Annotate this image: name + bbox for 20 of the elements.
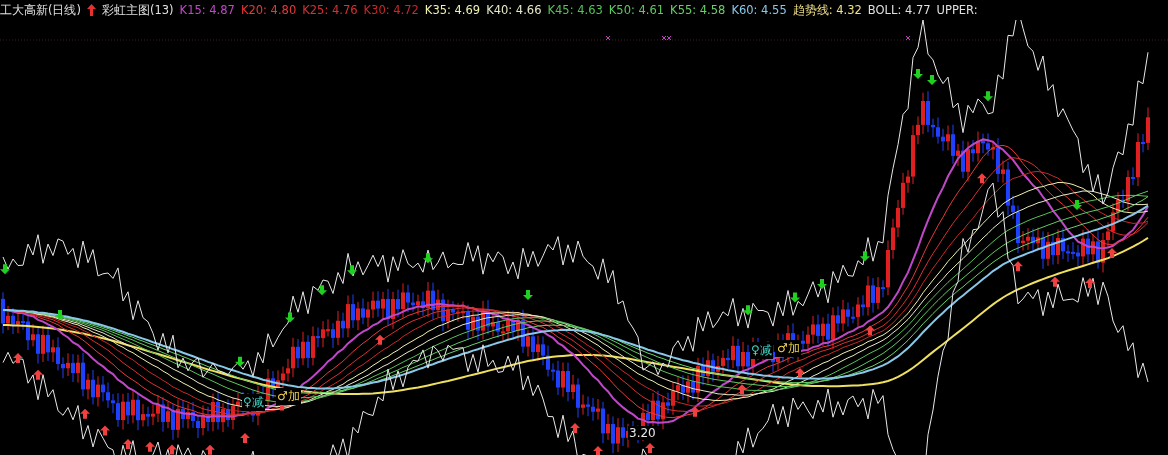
indicator-title: 彩虹主图(13) [102,2,174,18]
chart-label: ♀减 [750,342,773,359]
legend-value: K15: 4.87 [179,3,235,17]
legend-value: UPPER: [936,3,978,17]
legend-value: K55: 4.58 [670,3,726,17]
chart-label: ♂加 [776,340,801,357]
chart-label: ♂加 [276,388,301,405]
legend-value: K20: 4.80 [240,3,297,17]
legend-value: BOLL: 4.77 [867,3,931,17]
legend-value: K60: 4.55 [731,3,787,17]
legend-value: K45: 4.63 [547,3,603,17]
chart-label: 3.20 [628,426,657,440]
legend-value: K40: 4.66 [486,3,542,17]
legend-value: K35: 4.69 [424,3,481,17]
legend-value: 趋势线: 4.32 [792,2,862,18]
legend-value: K25: 4.76 [302,3,358,17]
security-title: 工大高新(日线) [0,2,81,18]
legend-value: K30: 4.72 [363,3,419,17]
legend-value: K50: 4.61 [608,3,665,17]
chart-label: ♀减 [242,394,265,411]
